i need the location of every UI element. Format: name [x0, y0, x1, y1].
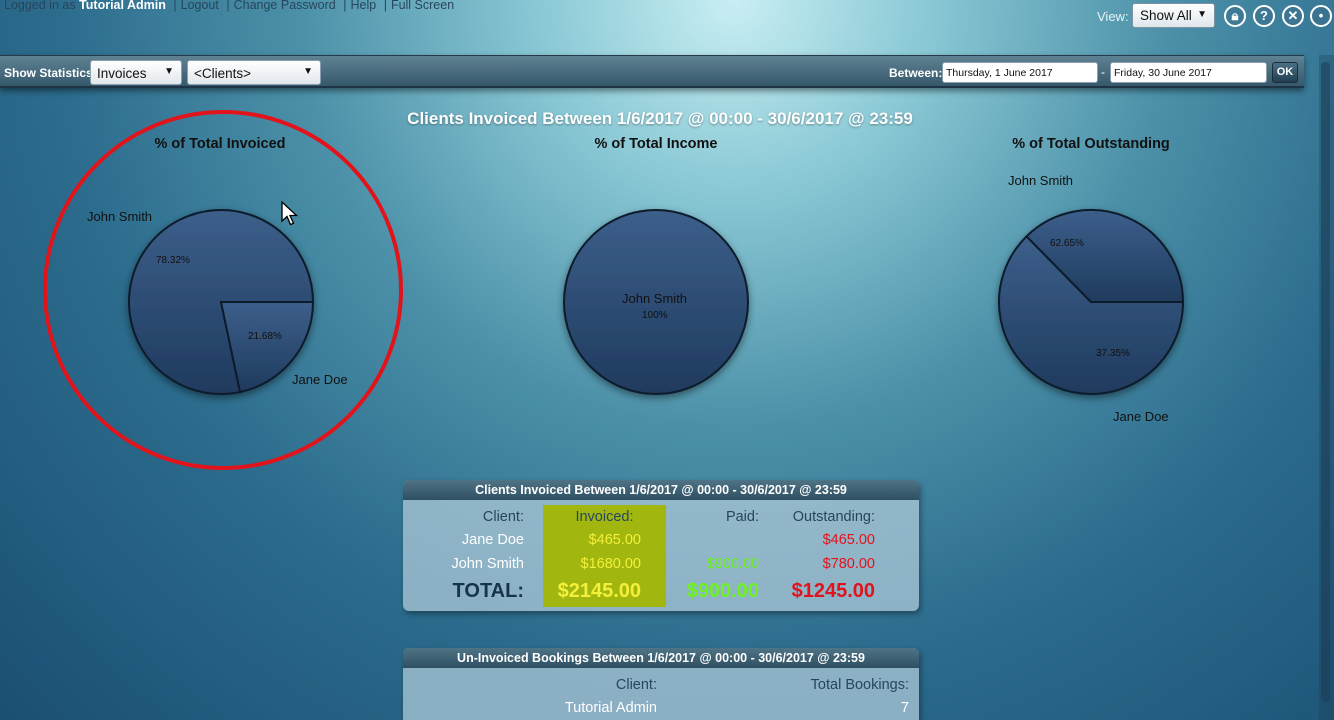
row1-outstanding: $465.00	[822, 532, 875, 548]
uninvoiced-panel-title: Un-Invoiced Bookings Between 1/6/2017 @ …	[403, 648, 919, 668]
row1-client: Jane Doe	[461, 532, 524, 548]
row2-invoiced: $1680.00	[580, 556, 641, 572]
pie3-value-john-smith: 62.65%	[1050, 238, 1084, 249]
clients-invoiced-panel: Clients Invoiced Between 1/6/2017 @ 00:0…	[403, 480, 919, 611]
row2-outstanding: $780.00	[822, 556, 875, 572]
header-invoiced: Invoiced:	[575, 509, 634, 525]
pie3-label-john-smith: John Smith	[1008, 173, 1074, 188]
uninvoiced-bookings-panel: Un-Invoiced Bookings Between 1/6/2017 @ …	[403, 648, 919, 720]
row2-client: John Smith	[451, 556, 524, 572]
total-outstanding: $1245.00	[791, 580, 875, 602]
pie3-value-jane-doe: 37.35%	[1096, 348, 1130, 359]
highlight-circle-annotation	[43, 110, 403, 470]
header-paid: Paid:	[725, 509, 759, 525]
header-outstanding: Outstanding:	[792, 509, 875, 525]
pie2-value-john-smith: 100%	[642, 310, 668, 321]
row1-invoiced: $465.00	[588, 532, 641, 548]
total-paid: $900.00	[686, 580, 759, 602]
pie3-label-jane-doe: Jane Doe	[1113, 409, 1169, 424]
row2-paid: $900.00	[706, 556, 759, 572]
uninvoiced-row1-bookings: 7	[900, 700, 909, 716]
pie2-label-john-smith: John Smith	[622, 291, 688, 306]
uninvoiced-header-total-bookings: Total Bookings:	[810, 677, 909, 693]
mouse-cursor-icon	[281, 201, 299, 226]
uninvoiced-row1-client: Tutorial Admin	[564, 700, 657, 716]
scrollbar-thumb[interactable]	[1321, 62, 1330, 702]
uninvoiced-header-client: Client:	[615, 677, 657, 693]
header-client: Client:	[482, 509, 524, 525]
clients-invoiced-panel-title: Clients Invoiced Between 1/6/2017 @ 00:0…	[403, 480, 919, 500]
total-label: TOTAL:	[452, 580, 524, 602]
pie-chart-3	[998, 209, 1185, 395]
total-invoiced: $2145.00	[557, 580, 641, 602]
